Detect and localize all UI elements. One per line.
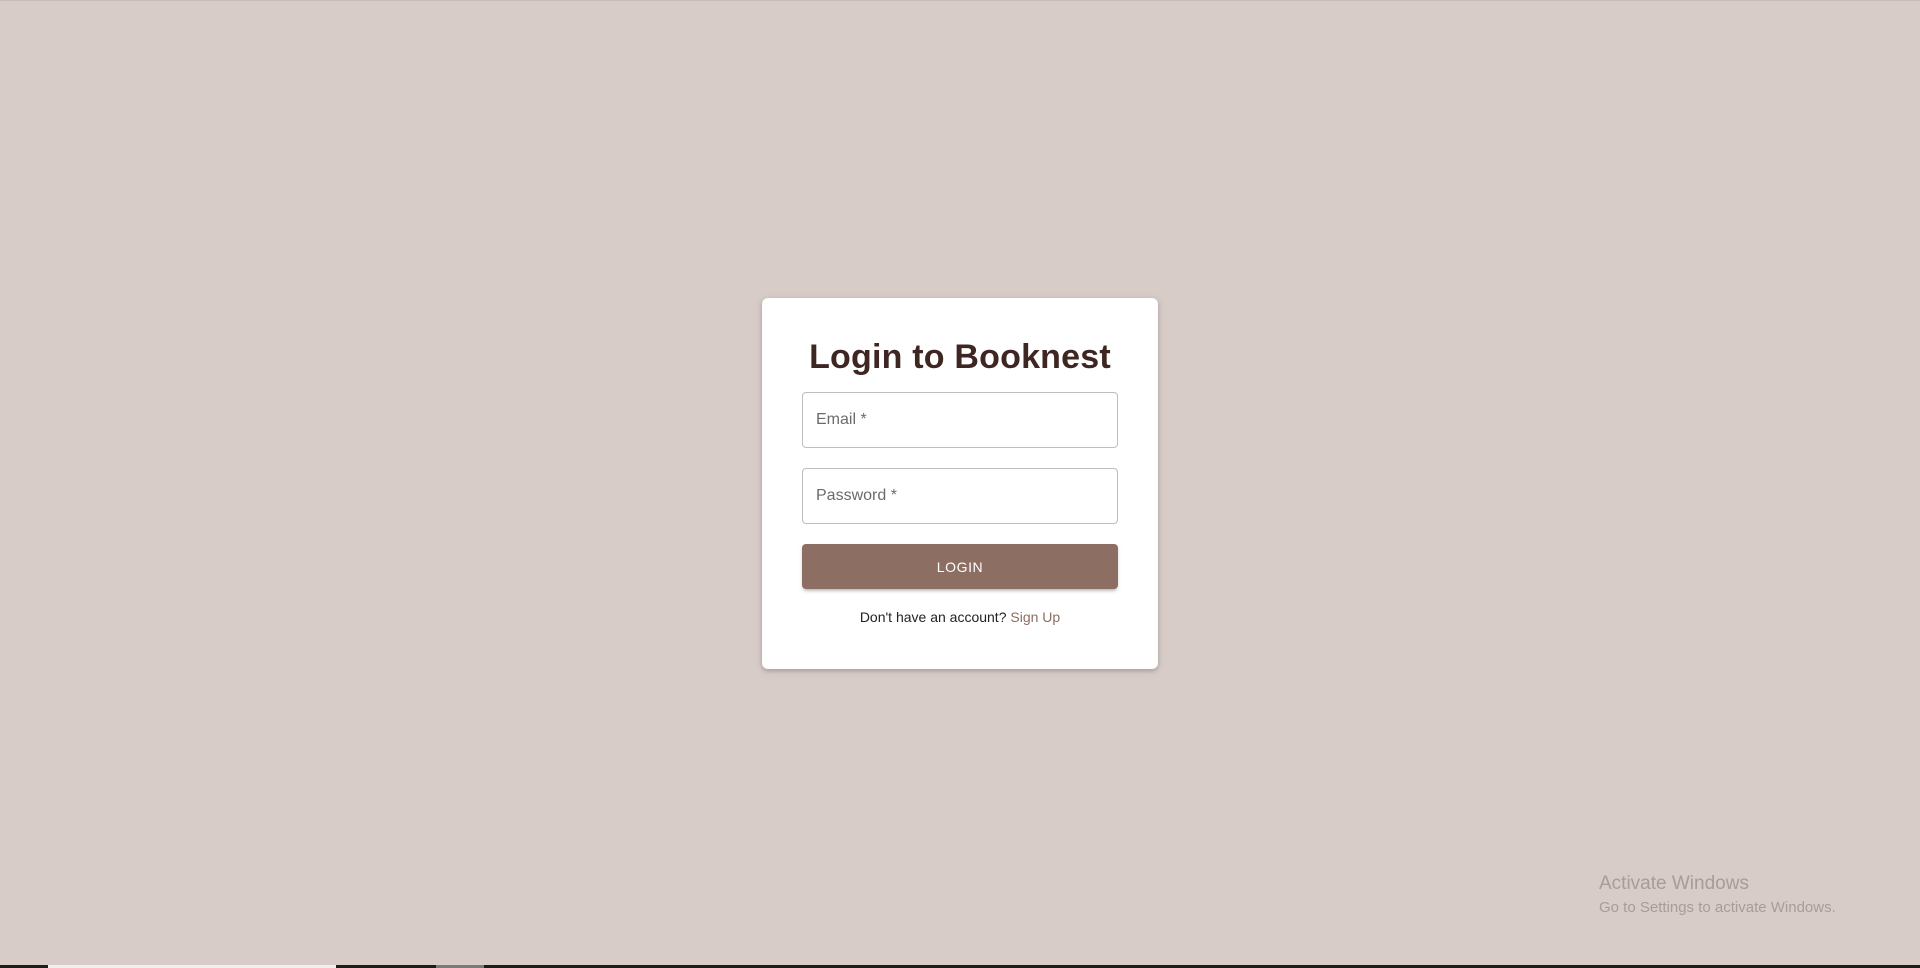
login-card: Login to Booknest Email * Password * LOG… <box>762 298 1158 669</box>
email-input[interactable] <box>803 393 1117 447</box>
activate-windows-watermark: Activate Windows Go to Settings to activ… <box>1599 872 1836 918</box>
page-title: Login to Booknest <box>809 338 1111 376</box>
password-input[interactable] <box>803 469 1117 523</box>
signup-prompt: Don't have an account? <box>859 609 1007 625</box>
watermark-subtitle: Go to Settings to activate Windows. <box>1599 899 1836 916</box>
password-field[interactable]: Password * <box>802 468 1118 524</box>
signup-row: Don't have an account? Sign Up <box>802 609 1118 625</box>
login-button[interactable]: LOGIN <box>802 544 1118 589</box>
watermark-title: Activate Windows <box>1599 873 1749 894</box>
email-field[interactable]: Email * <box>802 392 1118 448</box>
top-border <box>0 0 1920 1</box>
signup-link[interactable]: Sign Up <box>1010 609 1060 625</box>
